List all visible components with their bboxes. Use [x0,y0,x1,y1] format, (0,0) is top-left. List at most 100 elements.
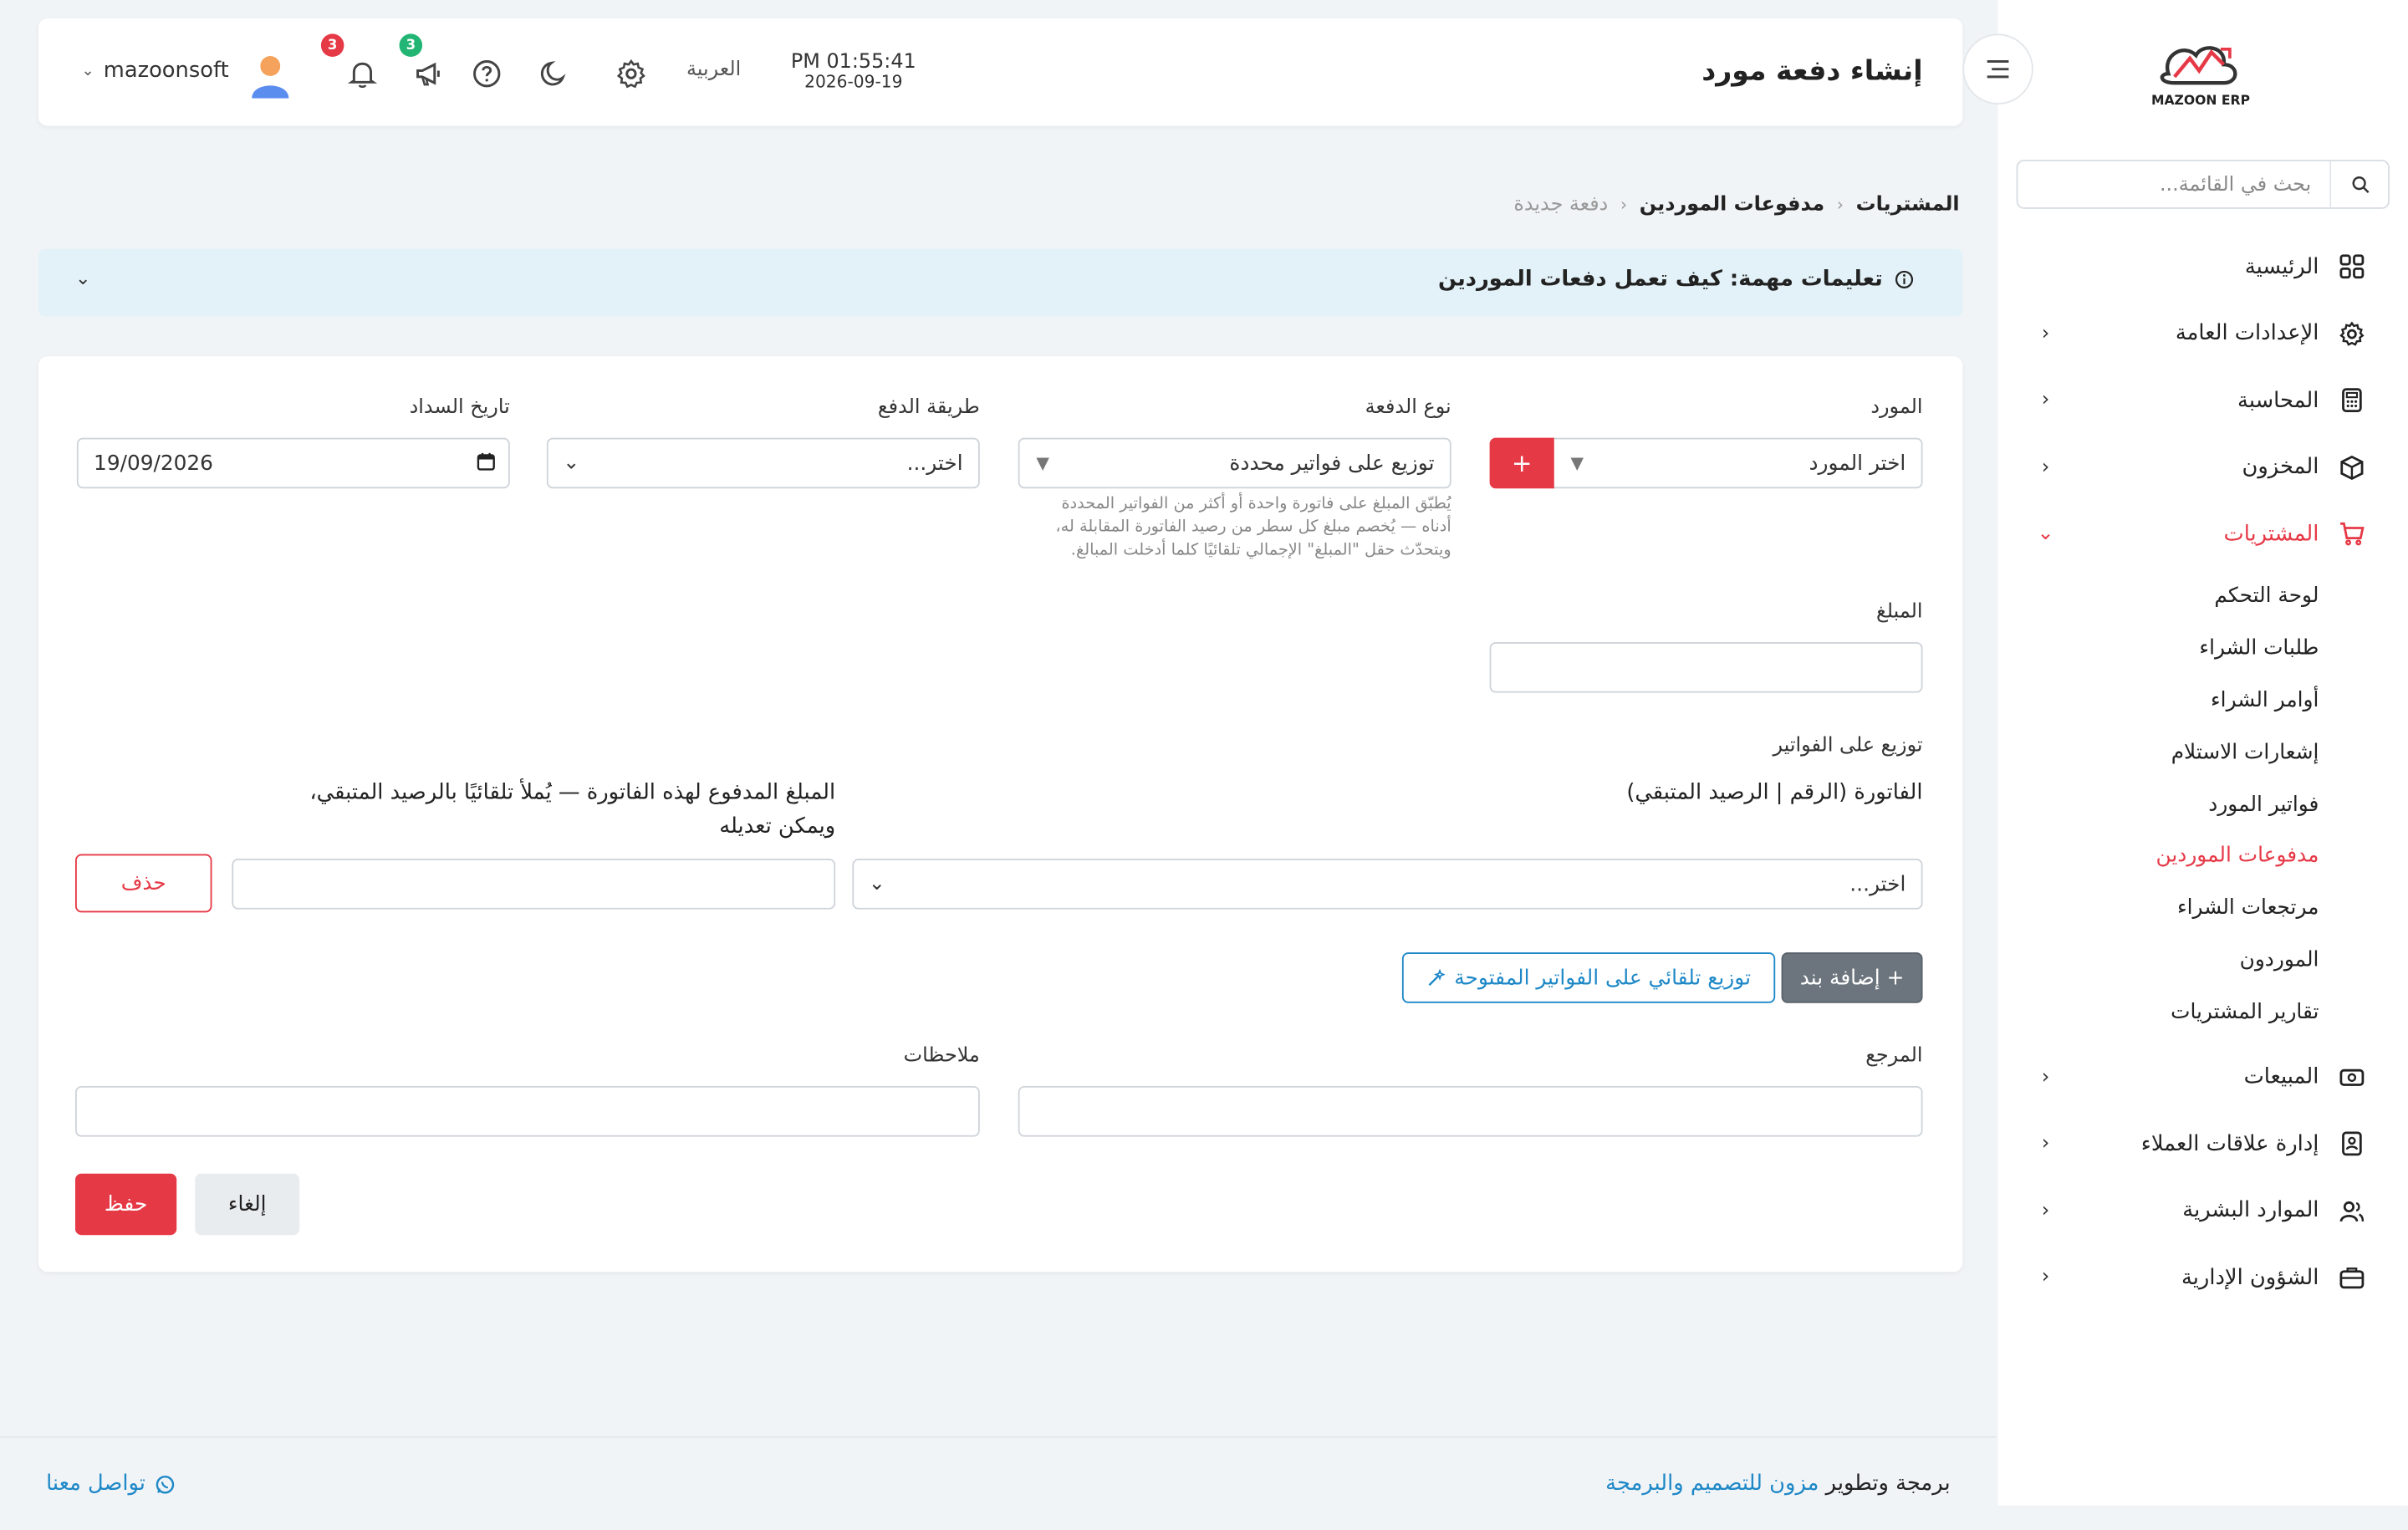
chevron-down-icon[interactable]: ⌄ [75,268,90,289]
breadcrumb-root[interactable]: المشتريات [1856,193,1960,217]
clock: PM 01:55:41 2026-09-19 [790,50,916,93]
contact-label: تواصل معنا [46,1471,145,1497]
auto-allocate-button[interactable]: توزيع تلقائي على الفواتير المفتوحة [1401,952,1776,1003]
breadcrumb-current: دفعة جديدة [1513,193,1609,217]
sidebar-item-label: الرئيسية [2244,254,2319,279]
footer-company-link[interactable]: مزون للتصميم والبرمجة [1605,1471,1819,1496]
supplier-select-value: اختر المورد [1809,451,1906,476]
sidebar-item-label: المخزون [2242,455,2319,480]
footer-credit: برمجة وتطوير مزون للتصميم والبرمجة [1605,1471,1950,1496]
sidebar-subitem-receipts[interactable]: إشعارات الاستلام [1998,727,2408,778]
payment-type-select[interactable]: توزيع على فواتير محددة ▼ [1018,437,1451,489]
sidebar-item-home[interactable]: الرئيسية [1998,233,2408,300]
sidebar-subitem-suppliers[interactable]: الموردون [1998,934,2408,986]
payment-type-value: توزيع على فواتير محددة [1229,451,1435,476]
invoice-select-value: اختر... [1849,871,1906,897]
box-icon [2337,453,2365,481]
sidebar-subitem-purchase-returns[interactable]: مرتجعات الشراء [1998,882,2408,934]
add-supplier-button[interactable]: + [1489,437,1554,489]
info-icon [1895,270,1914,288]
breadcrumb-section[interactable]: مدفوعات الموردين [1640,193,1824,217]
chevron-left-icon: ‹ [2041,1065,2050,1089]
sidebar-item-label: الشؤون الإدارية [2181,1265,2319,1291]
logo-text: MAZOON ERP [2151,93,2250,108]
sidebar-nav: الرئيسية الإعدادات العامة ‹ المحاسبة ‹ ا… [1998,233,2408,1311]
calendar-icon[interactable] [462,451,508,475]
line-amount-column-header: المبلغ المدفوع لهذه الفاتورة — يُملأ تلق… [309,780,836,839]
page-title: إنشاء دفعة مورد [1701,55,1923,88]
user-menu[interactable]: ⌄ mazoonsoft [81,59,228,83]
payment-method-select[interactable]: اختر... ⌄ [546,437,980,489]
clock-date: 2026-09-19 [804,72,903,93]
announcements-badge: 3 [399,33,423,57]
payment-method-value: اختر... [906,451,963,476]
chevron-left-icon: ‹ [2041,1266,2050,1290]
add-line-button[interactable]: + إضافة بند [1781,952,1923,1003]
sidebar-item-settings[interactable]: الإعدادات العامة ‹ [1998,300,2408,367]
menu-icon [1987,60,2009,79]
auto-allocate-label: توزيع تلقائي على الفواتير المفتوحة [1454,965,1751,991]
sidebar-subitem-supplier-payments[interactable]: مدفوعات الموردين [1998,830,2408,882]
contact-link[interactable]: تواصل معنا [46,1471,175,1497]
clock-time: PM 01:55:41 [790,50,916,74]
chevron-left-icon: ‹ [2041,389,2050,412]
sidebar-toggle-button[interactable] [1962,33,2033,105]
payment-type-hint: يُطبّق المبلغ على فاتورة واحدة أو أكثر م… [1055,494,1451,560]
cash-icon [2337,1063,2365,1091]
payment-date-input[interactable]: 19/09/2026 [76,437,510,489]
logo[interactable]: MAZOON ERP [2147,37,2255,110]
sidebar-item-hr[interactable]: الموارد البشرية ‹ [1998,1178,2408,1245]
sidebar-subitem-purchase-requests[interactable]: طلبات الشراء [1998,623,2408,675]
language-switcher[interactable]: العربية [686,59,741,82]
caret-down-icon: ▼ [1570,453,1584,473]
footer: برمجة وتطوير مزون للتصميم والبرمجة تواصل… [0,1436,1997,1530]
settings-gear-icon[interactable] [613,55,650,92]
line-amount-input[interactable] [232,859,836,910]
whatsapp-icon [156,1475,174,1493]
sidebar-item-sales[interactable]: المبيعات ‹ [1998,1044,2408,1111]
megaphone-icon[interactable] [410,55,446,92]
amount-input[interactable] [1489,641,1923,693]
sidebar-subitem-dashboard[interactable]: لوحة التحكم [1998,571,2408,623]
save-button[interactable]: حفظ [74,1173,177,1236]
sidebar-item-label: المحاسبة [2237,388,2319,413]
allocation-label: توزيع على الفواتير [1773,734,1923,757]
sidebar-subitem-purchase-orders[interactable]: أوامر الشراء [1998,675,2408,727]
supplier-select[interactable]: اختر المورد ▼ [1552,437,1923,489]
reference-input[interactable] [1018,1085,1923,1137]
avatar[interactable] [249,52,292,99]
sidebar-search-input[interactable] [2018,162,2330,207]
chevron-down-icon: ⌄ [563,451,580,475]
app-root: MAZOON ERP الرئيسية الإعدادات العامة ‹ [0,0,2408,1530]
users-icon [2337,1197,2365,1225]
instructions-title: تعليمات مهمة: كيف تعمل دفعات الموردين [1438,267,1883,293]
sidebar-item-inventory[interactable]: المخزون ‹ [1998,434,2408,501]
cart-icon [2337,520,2365,548]
sidebar-item-label: الإعدادات العامة [2175,321,2319,346]
briefcase-icon [2337,1264,2365,1292]
sidebar: MAZOON ERP الرئيسية الإعدادات العامة ‹ [1997,0,2408,1506]
chevron-down-icon: ⌄ [868,872,885,896]
payment-type-label: نوع الدفعة [1365,396,1451,420]
cancel-button[interactable]: إلغاء [195,1173,300,1236]
sidebar-subitem-purchase-reports[interactable]: تقارير المشتريات [1998,986,2408,1038]
sidebar-search [2016,160,2390,209]
instructions-banner[interactable]: تعليمات مهمة: كيف تعمل دفعات الموردين ⌄ [38,248,1963,317]
bell-icon[interactable] [344,55,380,92]
sidebar-item-purchases[interactable]: المشتريات ⌄ [1998,501,2408,568]
payment-date-value: 19/09/2026 [94,451,213,476]
invoice-select[interactable]: اختر... ⌄ [852,859,1923,910]
sidebar-item-accounting[interactable]: المحاسبة ‹ [1998,367,2408,434]
notifications-badge: 3 [320,33,344,57]
help-icon[interactable] [468,55,505,92]
search-icon[interactable] [2329,161,2388,208]
sidebar-item-admin[interactable]: الشؤون الإدارية ‹ [1998,1245,2408,1312]
moon-icon[interactable] [536,55,573,92]
chevron-down-icon: ⌄ [2037,523,2054,546]
breadcrumb: المشتريات ‹ مدفوعات الموردين ‹ دفعة جديد… [1513,193,1959,217]
delete-line-button[interactable]: حذف [74,854,212,913]
chevron-left-icon: ‹ [1620,195,1628,216]
sidebar-subitem-supplier-invoices[interactable]: فواتير المورد [1998,778,2408,830]
notes-input[interactable] [74,1085,980,1137]
sidebar-item-crm[interactable]: إدارة علاقات العملاء ‹ [1998,1111,2408,1178]
